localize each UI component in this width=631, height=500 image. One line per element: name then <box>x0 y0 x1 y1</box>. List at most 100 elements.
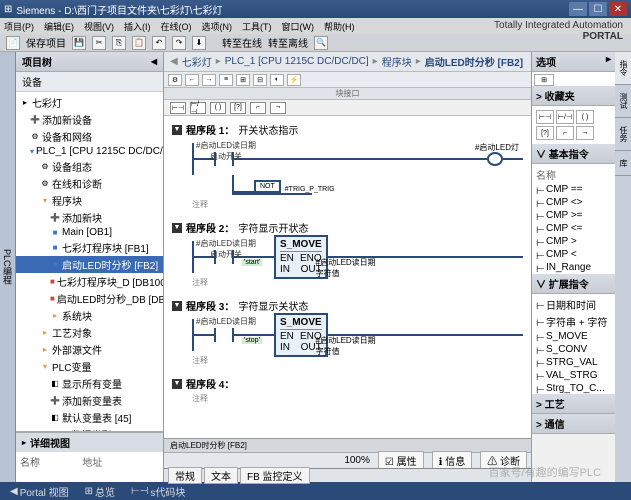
instr-item[interactable]: ⊢CMP <> <box>534 196 613 209</box>
menu-help[interactable]: 帮助(H) <box>324 20 355 33</box>
menu-online[interactable]: 在线(O) <box>161 20 192 33</box>
ed-btn[interactable]: ⚙ <box>168 74 182 86</box>
tree-item[interactable]: ▸七彩灯 <box>16 94 163 111</box>
tree-item[interactable]: ▾PLC_1 [CPU 1215C DC/DC/DC] <box>16 145 163 158</box>
function-box[interactable]: S_MOVE ENENO INOUT 'start' #启动LED读日期字符值 <box>274 235 328 279</box>
fav-branch2[interactable]: ¬ <box>576 126 594 140</box>
instr-item[interactable]: ⊢S_MOVE <box>534 330 613 343</box>
tree-item[interactable]: ■七彩灯程序块 [FB1] <box>16 239 163 256</box>
collapse-icon[interactable]: ▼ <box>172 301 182 311</box>
coil[interactable]: #启动LED灯 <box>487 152 503 166</box>
contact-no-icon[interactable]: ⊢⊣ <box>170 102 186 114</box>
code-block-tab[interactable]: ⊢⊣ s代码块 <box>127 484 189 499</box>
fav-contact-nc[interactable]: ⊢/⊣ <box>556 110 574 124</box>
options-header[interactable]: 选项▸ <box>532 52 615 72</box>
interface-bar[interactable]: 块接口 <box>164 88 531 100</box>
network-title[interactable]: ▼ 程序段 1：开关状态指示 <box>172 120 523 139</box>
save-project-button[interactable]: 保存项目 <box>26 35 66 50</box>
undo-icon[interactable]: ↶ <box>152 36 166 50</box>
ed-btn[interactable]: ⊞ <box>236 74 250 86</box>
menu-tools[interactable]: 工具(T) <box>242 20 272 33</box>
close-button[interactable]: ✕ <box>609 2 627 16</box>
fav-box[interactable]: [?] <box>536 126 554 140</box>
tree-item[interactable]: ⚙设备和网络 <box>16 128 163 145</box>
overview-button[interactable]: ⊞ 总览 <box>81 484 119 499</box>
maximize-button[interactable]: ☐ <box>589 2 607 16</box>
fav-branch[interactable]: ⌐ <box>556 126 574 140</box>
instr-item[interactable]: ⊢S_CONV <box>534 343 613 356</box>
instr-item[interactable]: ⊢CMP > <box>534 235 613 248</box>
contact[interactable]: #启动LED读日期启动开关 <box>214 152 234 166</box>
ed-btn[interactable]: ← <box>185 74 199 86</box>
instr-item[interactable]: ⊢STRG_VAL <box>534 356 613 369</box>
fav-contact[interactable]: ⊢⊣ <box>536 110 554 124</box>
menu-options[interactable]: 选项(N) <box>202 20 233 33</box>
redo-icon[interactable]: ↷ <box>172 36 186 50</box>
tree-item[interactable]: ■七彩灯程序块_D [DB100] <box>16 273 163 290</box>
tree-item[interactable]: ◧默认变量表 [45] <box>16 409 163 426</box>
contact[interactable]: #启动LED读日期 <box>214 328 234 342</box>
network-title[interactable]: ▼ 程序段 4： <box>172 374 523 393</box>
instr-item[interactable]: ⊢日期和时间 <box>534 296 613 313</box>
tree-item[interactable]: ■Main [OB1] <box>16 226 163 239</box>
collapse-icon[interactable]: ▼ <box>172 223 182 233</box>
menu-insert[interactable]: 插入(I) <box>124 20 151 33</box>
ext-instr-header[interactable]: ∨ 扩展指令 <box>532 274 615 294</box>
menu-edit[interactable]: 编辑(E) <box>44 20 74 33</box>
ed-btn[interactable]: ≡ <box>219 74 233 86</box>
instr-item[interactable]: ⊢CMP == <box>534 183 613 196</box>
detail-view-header[interactable]: ▸ 详细视图 <box>16 433 163 452</box>
option-btn[interactable]: ⊞ <box>534 74 554 86</box>
new-project-icon[interactable]: 📄 <box>6 36 20 50</box>
instr-item[interactable]: ⊢Strg_TO_C... <box>534 382 613 394</box>
save-icon[interactable]: 💾 <box>72 36 86 50</box>
bc-blocks[interactable]: 程序块 <box>382 54 412 69</box>
comm-header[interactable]: > 通信 <box>532 414 615 434</box>
function-box[interactable]: S_MOVE ENENO INOUT 'stop' #启动LED读日期字符值 <box>274 313 328 357</box>
branch-close-icon[interactable]: ¬ <box>270 102 286 114</box>
zoom-level[interactable]: 100% <box>344 455 370 466</box>
cut-icon[interactable]: ✂ <box>92 36 106 50</box>
left-dock-tab[interactable]: PLC编程 <box>0 52 16 482</box>
contact-nc-icon[interactable]: ⊢/⊣ <box>190 102 206 114</box>
tree-item[interactable]: ■启动LED时分秒_DB [DB1] <box>16 290 163 307</box>
copy-icon[interactable]: ⎘ <box>112 36 126 50</box>
favorites-header[interactable]: > 收藏夹 <box>532 86 615 106</box>
instr-item[interactable]: ⊢CMP >= <box>534 209 613 222</box>
ed-btn[interactable]: ◐ <box>270 74 284 86</box>
ed-btn[interactable]: ⚡ <box>287 74 301 86</box>
tree-item[interactable]: ▾程序块 <box>16 192 163 209</box>
rtab-test[interactable]: 测试 <box>615 85 631 118</box>
download-icon[interactable]: ⬇ <box>192 36 206 50</box>
ptab-text[interactable]: 文本 <box>204 467 238 484</box>
tree-item[interactable]: ➕添加新设备 <box>16 111 163 128</box>
coil-icon[interactable]: ( ) <box>210 102 226 114</box>
tree-item[interactable]: ➕添加新变量表 <box>16 392 163 409</box>
tree-item[interactable]: ■启动LED时分秒 [FB2] <box>16 256 163 273</box>
instr-item[interactable]: ⊢VAL_STRG <box>534 369 613 382</box>
collapse-icon[interactable]: ▼ <box>172 125 182 135</box>
rtab-instructions[interactable]: 指令 <box>615 52 631 85</box>
fav-coil[interactable]: ( ) <box>576 110 594 124</box>
project-tree[interactable]: ▸七彩灯➕添加新设备⚙设备和网络▾PLC_1 [CPU 1215C DC/DC/… <box>16 92 163 431</box>
ptab-fbwatch[interactable]: FB 监控定义 <box>240 467 310 484</box>
instr-item[interactable]: ⊢字符串 + 字符 <box>534 313 613 330</box>
tree-item[interactable]: ⚙设备组态 <box>16 158 163 175</box>
menu-view[interactable]: 视图(V) <box>84 20 114 33</box>
portal-view-button[interactable]: ◀ Portal 视图 <box>6 484 73 499</box>
menu-project[interactable]: 项目(P) <box>4 20 34 33</box>
minimize-button[interactable]: — <box>569 2 587 16</box>
network-title[interactable]: ▼ 程序段 3：字符显示关状态 <box>172 296 523 315</box>
bc-project[interactable]: 七彩灯 <box>182 54 212 69</box>
go-online-button[interactable]: 转至在线 <box>222 35 262 50</box>
branch-open-icon[interactable]: ⌐ <box>250 102 266 114</box>
tree-item[interactable]: ➕添加新块 <box>16 209 163 226</box>
panel-collapse-icon[interactable]: ◀ <box>151 57 157 66</box>
box-icon[interactable]: [?] <box>230 102 246 114</box>
menu-window[interactable]: 窗口(W) <box>282 20 315 33</box>
rtab-libs[interactable]: 库 <box>615 151 631 176</box>
ed-btn[interactable]: → <box>202 74 216 86</box>
bc-plc[interactable]: PLC_1 [CPU 1215C DC/DC/DC] <box>225 56 369 67</box>
network-title[interactable]: ▼ 程序段 2：字符显示开状态 <box>172 218 523 237</box>
tree-item[interactable]: ▾PLC变量 <box>16 358 163 375</box>
